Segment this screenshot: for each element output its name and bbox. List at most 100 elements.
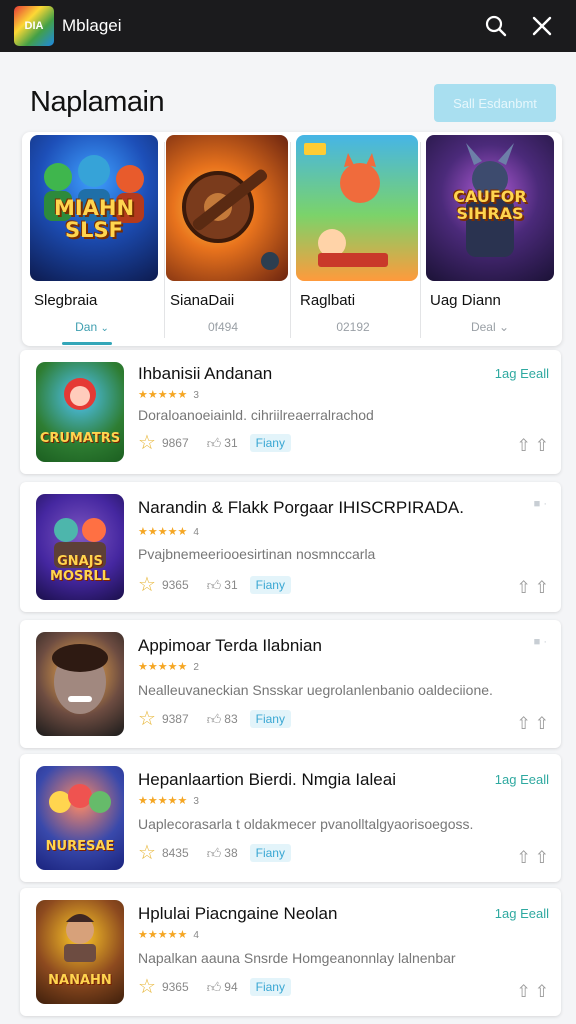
favorite-star-icon[interactable]: ☆: [138, 977, 156, 997]
feedback-icons: ⇧ ⇧: [517, 436, 550, 456]
app-header: DIA Mblagei: [0, 0, 576, 52]
featured-card[interactable]: CAUFOR SIHRAS Uag Diann Deal ⌄: [418, 132, 562, 346]
search-icon[interactable]: [476, 6, 516, 46]
like-icon[interactable]: 👍︎ 31: [207, 577, 238, 594]
featured-meta[interactable]: Dan ⌄: [22, 320, 162, 334]
featured-name: Slegbraia: [34, 292, 98, 309]
menu-dots-icon[interactable]: ■ ·: [534, 636, 547, 648]
app-logo[interactable]: DIA: [14, 6, 54, 46]
chevron-down-icon: ⌄: [498, 320, 510, 334]
game-icon: [36, 632, 124, 736]
feedback-icons: ⇧ ⇧: [517, 848, 550, 868]
game-art-image: [166, 135, 288, 281]
rating-count: 4: [193, 930, 199, 941]
item-stats: ☆ 9365 👍︎ 31 Fiany: [138, 574, 291, 596]
favorite-star-icon[interactable]: ☆: [138, 575, 156, 595]
feedback-icons: ⇧ ⇧: [517, 714, 550, 734]
item-description: Pvajbnemeeriooesirtinan nosmnccarla: [138, 546, 376, 562]
featured-meta: 02192: [336, 320, 370, 334]
featured-name: Raglbati: [300, 292, 356, 309]
view-count: 9365: [161, 578, 189, 592]
star-rating: ★★★★★ 3: [138, 389, 199, 401]
game-icon-caption: NANAHN: [48, 973, 112, 988]
list-item[interactable]: NURESAE Hepanlaartion Bierdi. Nmgia Iale…: [20, 754, 561, 882]
view-count: 8435: [161, 846, 189, 860]
list-item[interactable]: GNAJS MOSRLL Narandin & Flakk Porgaar IH…: [20, 482, 561, 612]
featured-card[interactable]: MIAHN SLSF Slegbraia Dan ⌄: [22, 132, 162, 346]
status-badge: Fiany: [249, 434, 291, 452]
item-title: Ihbanisii Andanan: [138, 364, 273, 383]
like-icon[interactable]: 👍︎ 83: [207, 711, 238, 728]
like-count: 38: [224, 846, 238, 860]
game-icon: NURESAE: [36, 766, 124, 870]
like-icon[interactable]: 👍︎ 31: [207, 435, 238, 452]
feedback-icons: ⇧ ⇧: [517, 982, 550, 1002]
thumbs-up-icon[interactable]: ⇧: [517, 982, 531, 1002]
item-title: Narandin & Flakk Porgaar IHISCRPIRADA.: [138, 498, 464, 517]
featured-name: SianaDaii: [170, 292, 235, 309]
list-item[interactable]: CRUMATRS Ihbanisii Andanan 1ag Eeall ★★★…: [20, 350, 561, 474]
rating-count: 3: [193, 796, 199, 807]
game-icon: NANAHN: [36, 900, 124, 1004]
thumbs-down-icon[interactable]: ⇧: [535, 848, 549, 868]
like-icon[interactable]: 👍︎ 38: [207, 845, 238, 862]
like-count: 94: [224, 980, 238, 994]
thumbs-down-icon[interactable]: ⇧: [535, 578, 549, 598]
game-icon-caption: GNAJS MOSRLL: [50, 554, 110, 584]
game-icon-caption: NURESAE: [45, 839, 115, 854]
thumbs-down-icon[interactable]: ⇧: [535, 714, 549, 734]
list-item[interactable]: Appimoar Terda Ilabnian ■ · ★★★★★ 2 Neall…: [20, 620, 561, 748]
like-count: 83: [224, 712, 238, 726]
star-rating: ★★★★★ 2: [138, 661, 199, 673]
item-stats: ☆ 9387 👍︎ 83 Fiany: [138, 708, 291, 730]
like-icon[interactable]: 👍︎ 94: [207, 979, 238, 996]
game-icon: CRUMATRS: [36, 362, 124, 462]
thumbs-up-icon[interactable]: ⇧: [517, 714, 531, 734]
item-description: Nealleuvaneckian Snsskar uegrolanlenbani…: [138, 682, 493, 698]
thumbs-down-icon[interactable]: ⇧: [535, 982, 549, 1002]
favorite-star-icon[interactable]: ☆: [138, 843, 156, 863]
item-title: Appimoar Terda Ilabnian: [138, 636, 322, 655]
item-tag[interactable]: 1ag Eeall: [495, 906, 549, 921]
star-rating: ★★★★★ 4: [138, 929, 199, 941]
game-art-image: MIAHN SLSF: [30, 135, 158, 281]
cta-button[interactable]: Sall Esdanbmt: [434, 84, 556, 122]
favorite-star-icon[interactable]: ☆: [138, 433, 156, 453]
status-badge: Fiany: [249, 978, 291, 996]
featured-carousel: MIAHN SLSF Slegbraia Dan ⌄ SianaDaii 0f4…: [22, 132, 562, 346]
status-badge: Fiany: [249, 576, 291, 594]
game-art-image: CAUFOR SIHRAS: [426, 135, 554, 281]
like-count: 31: [224, 578, 238, 592]
item-stats: ☆ 9867 👍︎ 31 Fiany: [138, 432, 291, 454]
status-badge: Fiany: [249, 710, 291, 728]
menu-dots-icon[interactable]: ■ ·: [534, 498, 547, 510]
game-art-caption: CAUFOR SIHRAS: [453, 187, 527, 224]
rating-count: 4: [193, 527, 199, 538]
item-description: Napalkan aauna Snsrde Homgeanonnlay laln…: [138, 950, 456, 966]
close-icon[interactable]: [522, 6, 562, 46]
featured-card[interactable]: Raglbati 02192: [288, 132, 418, 346]
view-count: 9387: [161, 712, 189, 726]
view-count: 9867: [161, 436, 189, 450]
game-icon: GNAJS MOSRLL: [36, 494, 124, 600]
featured-meta[interactable]: Deal ⌄: [418, 320, 562, 334]
item-stats: ☆ 8435 👍︎ 38 Fiany: [138, 842, 291, 864]
rating-count: 2: [193, 662, 199, 673]
list-item[interactable]: NANAHN Hplulai Piacngaine Neolan 1ag Eea…: [20, 888, 561, 1016]
like-count: 31: [224, 436, 238, 450]
featured-name: Uag Diann: [430, 292, 501, 309]
app-name: Mblagei: [62, 16, 122, 35]
item-tag[interactable]: 1ag Eeall: [495, 366, 549, 381]
star-rating: ★★★★★ 4: [138, 526, 199, 538]
status-badge: Fiany: [249, 844, 291, 862]
thumbs-up-icon[interactable]: ⇧: [517, 848, 531, 868]
item-tag[interactable]: 1ag Eeall: [495, 772, 549, 787]
page-title: Naplamain: [30, 86, 165, 118]
thumbs-down-icon[interactable]: ⇧: [535, 436, 549, 456]
item-description: Uaplecorasarla t oldakmecer pvanolltalgy…: [138, 816, 474, 832]
favorite-star-icon[interactable]: ☆: [138, 709, 156, 729]
active-indicator: [62, 342, 112, 345]
thumbs-up-icon[interactable]: ⇧: [517, 436, 531, 456]
featured-card[interactable]: SianaDaii 0f494: [158, 132, 288, 346]
thumbs-up-icon[interactable]: ⇧: [517, 578, 531, 598]
